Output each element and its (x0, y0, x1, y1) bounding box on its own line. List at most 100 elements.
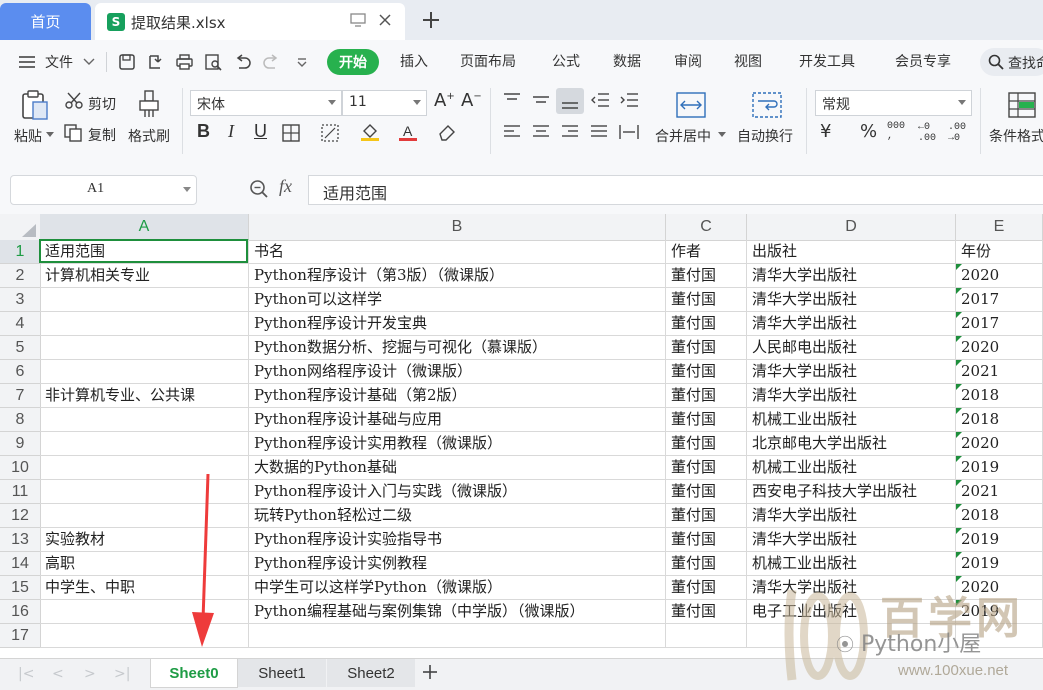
cell-d9[interactable]: 北京邮电大学出版社 (747, 432, 956, 456)
tab-view[interactable]: 视图 (734, 51, 762, 71)
cell-e11[interactable]: 2021 (956, 480, 1043, 504)
cell-c12[interactable]: 董付国 (666, 504, 747, 528)
merge-center-icon[interactable] (676, 92, 706, 118)
cell-b15[interactable]: 中学生可以这样学Python（微课版） (249, 576, 666, 600)
italic-button[interactable]: I (228, 121, 234, 142)
currency-icon[interactable]: ¥ (820, 121, 831, 142)
zoom-search-icon[interactable] (249, 179, 269, 199)
underline-button[interactable]: U (254, 121, 267, 142)
number-format-select[interactable]: 常规 (815, 90, 972, 116)
row-header-1[interactable]: 1 (0, 240, 41, 264)
font-color-icon[interactable]: A (398, 122, 418, 142)
distributed-align-icon[interactable] (619, 124, 639, 140)
cell-e5[interactable]: 2020 (956, 336, 1043, 360)
cell-b17[interactable] (249, 624, 666, 648)
row-header-6[interactable]: 6 (0, 360, 41, 384)
new-tab-plus-icon[interactable] (420, 9, 442, 31)
justify-icon[interactable] (590, 124, 608, 140)
row-header-9[interactable]: 9 (0, 432, 41, 456)
cell-b1[interactable]: 书名 (249, 240, 666, 264)
cell-b10[interactable]: 大数据的Python基础 (249, 456, 666, 480)
print-icon[interactable] (175, 53, 194, 71)
cell-a8[interactable] (40, 408, 249, 432)
cell-a6[interactable] (40, 360, 249, 384)
copy-button[interactable]: 复制 (88, 125, 116, 145)
undo-icon[interactable] (234, 54, 252, 70)
cut-button[interactable]: 剪切 (88, 94, 116, 114)
tab-start[interactable]: 开始 (327, 49, 379, 75)
cell-e13[interactable]: 2019 (956, 528, 1043, 552)
hamburger-menu-icon[interactable] (18, 55, 36, 69)
cell-e8[interactable]: 2018 (956, 408, 1043, 432)
align-center-icon[interactable] (532, 124, 550, 140)
chevron-down-icon[interactable] (83, 58, 95, 66)
cell-a2[interactable]: 计算机相关专业 (40, 264, 249, 288)
fill-color-icon[interactable] (360, 122, 380, 142)
name-box[interactable]: A1 (10, 175, 197, 205)
increase-indent-icon[interactable] (619, 92, 639, 108)
wrap-text-button[interactable]: 自动换行 (737, 126, 793, 146)
close-icon[interactable] (377, 12, 393, 28)
column-header-a[interactable]: A (40, 214, 249, 241)
cell-e9[interactable]: 2020 (956, 432, 1043, 456)
clear-format-icon[interactable] (437, 123, 459, 141)
cell-d12[interactable]: 清华大学出版社 (747, 504, 956, 528)
cell-e2[interactable]: 2020 (956, 264, 1043, 288)
cell-b14[interactable]: Python程序设计实例教程 (249, 552, 666, 576)
cell-c10[interactable]: 董付国 (666, 456, 747, 480)
cell-a4[interactable] (40, 312, 249, 336)
cell-c15[interactable]: 董付国 (666, 576, 747, 600)
align-top-icon[interactable] (503, 92, 521, 108)
row-header-4[interactable]: 4 (0, 312, 41, 336)
tab-data[interactable]: 数据 (613, 51, 641, 71)
row-header-15[interactable]: 15 (0, 576, 41, 600)
cell-d6[interactable]: 清华大学出版社 (747, 360, 956, 384)
align-left-icon[interactable] (503, 124, 521, 140)
format-painter-button[interactable]: 格式刷 (128, 126, 170, 146)
row-header-2[interactable]: 2 (0, 264, 41, 288)
row-header-12[interactable]: 12 (0, 504, 41, 528)
tab-page-layout[interactable]: 页面布局 (460, 51, 516, 71)
home-tab[interactable]: 首页 (0, 3, 91, 40)
cell-c9[interactable]: 董付国 (666, 432, 747, 456)
cell-a3[interactable] (40, 288, 249, 312)
cell-c1[interactable]: 作者 (666, 240, 747, 264)
cell-a9[interactable] (40, 432, 249, 456)
row-header-16[interactable]: 16 (0, 600, 41, 624)
formula-input[interactable]: 适用范围 (308, 175, 1043, 205)
cell-b7[interactable]: Python程序设计基础（第2版） (249, 384, 666, 408)
cell-c6[interactable]: 董付国 (666, 360, 747, 384)
sheet-tab-sheet1[interactable]: Sheet1 (238, 659, 326, 687)
cell-d11[interactable]: 西安电子科技大学出版社 (747, 480, 956, 504)
conditional-format-icon[interactable] (1008, 92, 1036, 118)
prev-sheet-nav-icon[interactable]: < (52, 666, 64, 682)
cell-d3[interactable]: 清华大学出版社 (747, 288, 956, 312)
row-header-3[interactable]: 3 (0, 288, 41, 312)
align-middle-icon[interactable] (532, 92, 550, 108)
select-all-corner[interactable] (0, 214, 41, 241)
cell-d13[interactable]: 清华大学出版社 (747, 528, 956, 552)
cell-e4[interactable]: 2017 (956, 312, 1043, 336)
thousands-separator-icon[interactable]: 000, (887, 122, 905, 142)
column-header-d[interactable]: D (747, 214, 956, 241)
cell-b5[interactable]: Python数据分析、挖掘与可视化（慕课版） (249, 336, 666, 360)
cell-b11[interactable]: Python程序设计入门与实践（微课版） (249, 480, 666, 504)
save-icon[interactable] (118, 53, 136, 71)
cell-b8[interactable]: Python程序设计基础与应用 (249, 408, 666, 432)
cell-b12[interactable]: 玩转Python轻松过二级 (249, 504, 666, 528)
tab-developer[interactable]: 开发工具 (799, 51, 855, 71)
tab-membership[interactable]: 会员专享 (895, 51, 951, 71)
tab-formulas[interactable]: 公式 (552, 51, 580, 71)
decrease-decimal-icon[interactable]: .00 →0 (948, 122, 966, 144)
cell-e10[interactable]: 2019 (956, 456, 1043, 480)
percent-icon[interactable]: % (860, 121, 877, 142)
align-bottom-button[interactable] (556, 88, 584, 114)
decrease-indent-icon[interactable] (590, 92, 610, 108)
row-header-14[interactable]: 14 (0, 552, 41, 576)
add-sheet-plus-icon[interactable] (421, 663, 439, 681)
cell-e1[interactable]: 年份 (956, 240, 1043, 264)
search-box[interactable]: 查找命 (980, 48, 1043, 76)
cell-d4[interactable]: 清华大学出版社 (747, 312, 956, 336)
row-header-11[interactable]: 11 (0, 480, 41, 504)
cell-e6[interactable]: 2021 (956, 360, 1043, 384)
